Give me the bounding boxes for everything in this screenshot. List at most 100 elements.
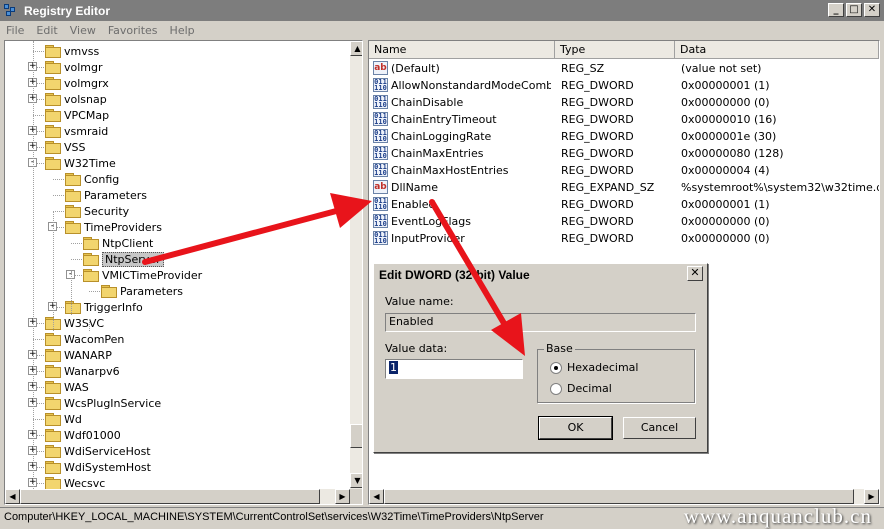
tree-item[interactable]: Security xyxy=(65,203,129,219)
folder-icon xyxy=(65,205,81,218)
value-data: (value not set) xyxy=(681,62,762,75)
dword-value-icon: 011 110 xyxy=(373,163,388,177)
tree-item[interactable]: volsnap xyxy=(45,91,107,107)
tree-item[interactable]: Config xyxy=(65,171,119,187)
dword-value-icon: 011 110 xyxy=(373,197,388,211)
watermark: www.anquanclub.cn xyxy=(683,504,872,528)
value-data-label: Value data: xyxy=(385,342,448,355)
tree-guide-line xyxy=(71,271,72,315)
folder-icon xyxy=(45,45,61,58)
menu-help[interactable]: Help xyxy=(164,24,201,37)
tree-item[interactable]: NtpClient xyxy=(83,235,153,251)
list-hscroll-thumb[interactable] xyxy=(384,489,854,504)
tree-item[interactable]: Parameters xyxy=(65,187,147,203)
tree-item-label: Security xyxy=(84,204,130,218)
value-name: ChainMaxHostEntries xyxy=(391,164,509,177)
list-scroll-left-arrow-icon[interactable]: ◀ xyxy=(369,489,384,504)
tree-item-label: WANARP xyxy=(64,348,112,362)
value-row[interactable]: 011 110 ChainDisable REG_DWORD 0x00000000 (… xyxy=(369,94,879,111)
scroll-left-arrow-icon[interactable]: ◀ xyxy=(5,489,20,504)
list-horizontal-scrollbar[interactable]: ◀ ▶ xyxy=(369,489,879,504)
folder-icon xyxy=(83,253,99,266)
folder-icon xyxy=(83,237,99,250)
scroll-down-arrow-icon[interactable]: ▼ xyxy=(350,473,362,488)
value-row[interactable]: 011 110 InputProvider REG_DWORD 0x00000000 … xyxy=(369,230,879,247)
tree-item[interactable]: WAS xyxy=(45,379,89,395)
tree-item[interactable]: NtpServer xyxy=(83,251,164,267)
scroll-corner xyxy=(350,489,362,504)
tree-item[interactable]: Wanarpv6 xyxy=(45,363,120,379)
value-row[interactable]: 011 110 ChainMaxHostEntries REG_DWORD 0x000… xyxy=(369,162,879,179)
tree-item[interactable]: volmgr xyxy=(45,59,103,75)
value-row[interactable]: 011 110 EventLogFlags REG_DWORD 0x00000000 … xyxy=(369,213,879,230)
tree-item[interactable]: vmvss xyxy=(45,43,99,59)
value-row[interactable]: ab DllName REG_EXPAND_SZ %systemroot%\syste… xyxy=(369,179,879,196)
dialog-close-icon[interactable]: ✕ xyxy=(687,266,703,281)
tree-item[interactable]: WANARP xyxy=(45,347,112,363)
tree-horizontal-scrollbar[interactable]: ◀ ▶ xyxy=(5,489,350,504)
value-type: REG_DWORD xyxy=(561,79,634,92)
tree-vertical-scrollbar[interactable]: ▲ ▼ xyxy=(350,41,362,489)
folder-icon xyxy=(65,189,81,202)
value-row[interactable]: ab (Default) REG_SZ (value not set) xyxy=(369,60,879,77)
tree-item[interactable]: WcsPlugInService xyxy=(45,395,161,411)
tree-item[interactable]: WdiSystemHost xyxy=(45,459,151,475)
value-name: ChainEntryTimeout xyxy=(391,113,497,126)
value-name: ChainLoggingRate xyxy=(391,130,492,143)
menu-file[interactable]: File xyxy=(0,24,30,37)
tree-connector xyxy=(33,115,44,116)
column-header-name[interactable]: Name xyxy=(369,41,555,59)
ok-button[interactable]: OK xyxy=(538,416,613,440)
value-data: 0x00000000 (0) xyxy=(681,96,770,109)
tree-item-label: WdiServiceHost xyxy=(64,444,151,458)
list-scroll-right-arrow-icon[interactable]: ▶ xyxy=(864,489,879,504)
key-tree-pane[interactable]: vmvss volmgr + volmgrx + volsnap + VPCMap vsmrai… xyxy=(4,40,363,505)
cancel-button[interactable]: Cancel xyxy=(623,417,696,439)
column-header-data[interactable]: Data xyxy=(675,41,879,59)
scroll-right-arrow-icon[interactable]: ▶ xyxy=(335,489,350,504)
close-button[interactable]: ✕ xyxy=(864,3,880,17)
menu-favorites[interactable]: Favorites xyxy=(102,24,164,37)
value-row[interactable]: 011 110 Enabled REG_DWORD 0x00000001 (1) xyxy=(369,196,879,213)
value-row[interactable]: 011 110 ChainEntryTimeout REG_DWORD 0x00000… xyxy=(369,111,879,128)
tree-item[interactable]: W32Time xyxy=(45,155,116,171)
tree-connector xyxy=(33,419,44,420)
dword-value-icon: 011 110 xyxy=(373,231,388,245)
dword-value-icon: 011 110 xyxy=(373,112,388,126)
scroll-up-arrow-icon[interactable]: ▲ xyxy=(350,41,362,56)
tree-item[interactable]: volmgrx xyxy=(45,75,109,91)
maximize-button[interactable]: □ xyxy=(846,3,862,17)
tree-scroll-thumb[interactable] xyxy=(350,424,362,448)
column-header-type[interactable]: Type xyxy=(555,41,675,59)
tree-item[interactable]: VSS xyxy=(45,139,86,155)
tree-item[interactable]: TriggerInfo xyxy=(65,299,143,315)
tree-item-label: W32Time xyxy=(64,156,116,170)
tree-hscroll-thumb[interactable] xyxy=(20,489,320,504)
tree-item[interactable]: WacomPen xyxy=(45,331,124,347)
value-data-input[interactable]: 1 xyxy=(385,359,523,379)
value-data: 0x00000000 (0) xyxy=(681,215,770,228)
tree-item[interactable]: VPCMap xyxy=(45,107,109,123)
tree-item[interactable]: WdiServiceHost xyxy=(45,443,151,459)
tree-item[interactable]: vsmraid xyxy=(45,123,108,139)
decimal-radio[interactable]: Decimal xyxy=(550,382,612,395)
tree-item[interactable]: Wdf01000 xyxy=(45,427,121,443)
dialog-title: Edit DWORD (32-bit) Value xyxy=(376,266,705,285)
value-row[interactable]: 011 110AllowNonstandardModeCombin... REG_… xyxy=(369,77,879,94)
menu-edit[interactable]: Edit xyxy=(30,24,63,37)
hexadecimal-radio[interactable]: Hexadecimal xyxy=(550,361,638,374)
folder-icon xyxy=(45,429,61,442)
tree-item[interactable]: Wd xyxy=(45,411,82,427)
value-row[interactable]: 011 110 ChainMaxEntries REG_DWORD 0x0000008… xyxy=(369,145,879,162)
minimize-button[interactable]: _ xyxy=(828,3,844,17)
value-row[interactable]: 011 110 ChainLoggingRate REG_DWORD 0x000000… xyxy=(369,128,879,145)
tree-item-label: vmvss xyxy=(64,44,100,58)
tree-connector xyxy=(53,211,64,212)
tree-item[interactable]: Parameters xyxy=(101,283,183,299)
tree-item[interactable]: VMICTimeProvider xyxy=(83,267,202,283)
value-name: Enabled xyxy=(391,198,436,211)
tree-item-label: Parameters xyxy=(84,188,147,202)
menu-view[interactable]: View xyxy=(64,24,102,37)
tree-item[interactable]: TimeProviders xyxy=(65,219,162,235)
value-name: ChainMaxEntries xyxy=(391,147,484,160)
